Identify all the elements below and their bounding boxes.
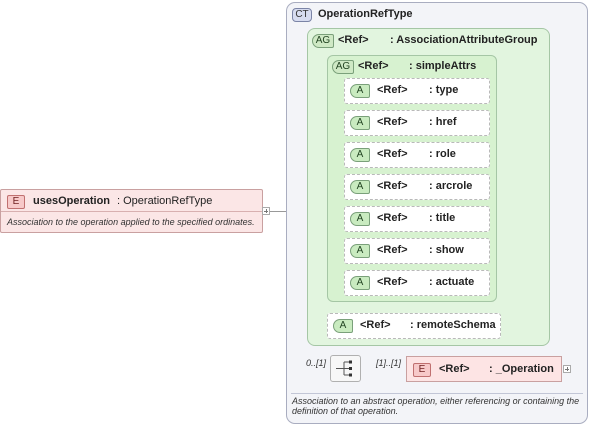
attribute-remote-schema[interactable]: A <Ref> : remoteSchema bbox=[327, 313, 501, 339]
sequence-occurrence: 0..[1] bbox=[306, 358, 327, 368]
element-name: usesOperation bbox=[33, 195, 111, 207]
attribute-badge: A bbox=[350, 212, 370, 226]
attribute-name: : title bbox=[429, 212, 456, 224]
attribute-name: : role bbox=[429, 148, 456, 160]
operation-expand-icon[interactable] bbox=[563, 365, 571, 373]
attribute-ref: <Ref> bbox=[360, 319, 391, 331]
attribute-group-name: : AssociationAttributeGroup bbox=[390, 34, 538, 46]
attribute-show[interactable]: A <Ref> : show bbox=[344, 238, 490, 264]
attribute-name: : show bbox=[429, 244, 464, 256]
operation-occurrence: [1]..[1] bbox=[376, 358, 402, 368]
attribute-badge: A bbox=[350, 180, 370, 194]
attribute-group-badge: AG bbox=[312, 34, 334, 48]
attribute-name: : type bbox=[429, 84, 459, 96]
inner-attribute-group-ref: <Ref> bbox=[358, 60, 389, 72]
element-type: : OperationRefType bbox=[117, 195, 213, 207]
inner-attribute-group-badge: AG bbox=[332, 60, 354, 74]
attribute-type[interactable]: A <Ref> : type bbox=[344, 78, 490, 104]
attribute-title[interactable]: A <Ref> : title bbox=[344, 206, 490, 232]
attribute-ref: <Ref> bbox=[377, 180, 408, 192]
attribute-name: : actuate bbox=[429, 276, 475, 288]
element-doc: Association to the operation applied to … bbox=[7, 217, 255, 227]
attribute-name: : arcrole bbox=[429, 180, 473, 192]
attribute-badge: A bbox=[350, 148, 370, 162]
attribute-name: : href bbox=[429, 116, 457, 128]
attribute-actuate[interactable]: A <Ref> : actuate bbox=[344, 270, 490, 296]
attribute-badge: A bbox=[350, 116, 370, 130]
attribute-ref: <Ref> bbox=[377, 276, 408, 288]
complex-type-badge: CT bbox=[292, 8, 312, 22]
attribute-name: : remoteSchema bbox=[410, 319, 496, 331]
attribute-group-ref: <Ref> bbox=[338, 34, 369, 46]
operation-element[interactable]: E <Ref> : _Operation bbox=[406, 356, 562, 382]
attribute-badge: A bbox=[350, 244, 370, 258]
attribute-ref: <Ref> bbox=[377, 116, 408, 128]
attribute-badge: A bbox=[350, 84, 370, 98]
operation-badge: E bbox=[413, 363, 431, 377]
complex-type-name: OperationRefType bbox=[318, 8, 413, 20]
attribute-ref: <Ref> bbox=[377, 148, 408, 160]
operation-name: : _Operation bbox=[489, 363, 554, 375]
uses-operation-element[interactable]: E usesOperation : OperationRefType Assoc… bbox=[0, 189, 263, 233]
attribute-arcrole[interactable]: A <Ref> : arcrole bbox=[344, 174, 490, 200]
attribute-ref: <Ref> bbox=[377, 84, 408, 96]
attribute-ref: <Ref> bbox=[377, 212, 408, 224]
element-badge: E bbox=[7, 195, 25, 209]
sequence-icon bbox=[336, 360, 352, 377]
complex-type-doc: Association to an abstract operation, ei… bbox=[292, 396, 580, 416]
sequence-compositor[interactable] bbox=[330, 355, 361, 382]
attribute-badge: A bbox=[350, 276, 370, 290]
inner-attribute-group-name: : simpleAttrs bbox=[409, 60, 477, 72]
attribute-href[interactable]: A <Ref> : href bbox=[344, 110, 490, 136]
attribute-role[interactable]: A <Ref> : role bbox=[344, 142, 490, 168]
attribute-ref: <Ref> bbox=[377, 244, 408, 256]
complex-type-divider bbox=[291, 393, 583, 394]
operation-ref: <Ref> bbox=[439, 363, 470, 375]
attribute-badge: A bbox=[333, 319, 353, 333]
expand-toggle-icon[interactable] bbox=[262, 207, 270, 215]
